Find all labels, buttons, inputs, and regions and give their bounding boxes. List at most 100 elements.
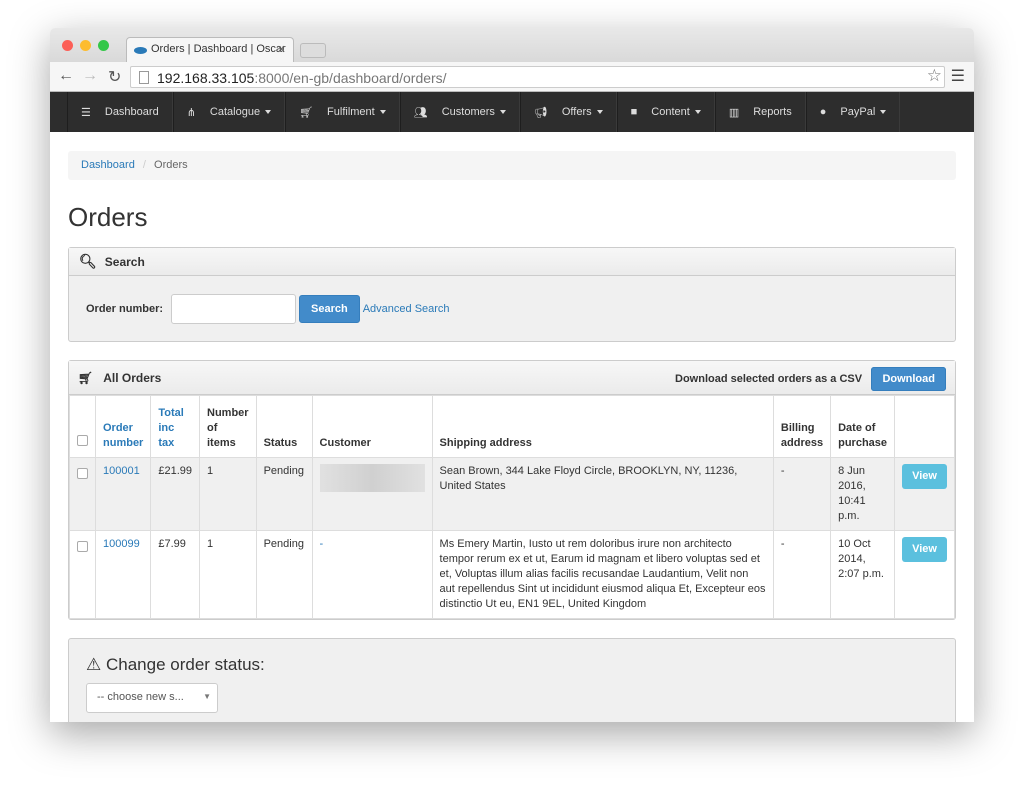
table-row: 100099 £7.99 1 Pending - Ms Emery Martin… <box>69 530 955 619</box>
billing-address: - <box>772 530 832 619</box>
nav-label: PayPal <box>840 106 876 118</box>
url-path: :8000/en-gb/dashboard/orders/ <box>254 70 447 86</box>
purchase-date: 8 Jun 2016, 10:41 p.m. <box>830 457 896 531</box>
nav-item-paypal[interactable]: ● PayPal <box>805 92 901 132</box>
new-tab-button[interactable] <box>300 43 326 58</box>
nav-item-content[interactable]: ■ Content <box>616 92 715 132</box>
billing-address: - <box>772 457 832 531</box>
forward-icon[interactable]: → <box>82 67 98 85</box>
advanced-search-link[interactable]: Advanced Search <box>363 303 450 315</box>
nav-label: Offers <box>561 106 592 118</box>
sitemap-icon: ⋔ <box>186 106 196 119</box>
menu-icon[interactable]: ☰ <box>951 66 965 86</box>
page-title: Orders <box>68 202 148 232</box>
nav-item-offers[interactable]: 📢︎ Offers <box>519 92 617 132</box>
nav-item-fulfilment[interactable]: 🛒︎ Fulfilment <box>285 92 400 132</box>
purchase-date: 10 Oct 2014, 2:07 p.m. <box>830 530 896 619</box>
view-order-button[interactable]: View <box>902 464 947 489</box>
column-header: Billing address <box>772 395 832 458</box>
list-icon: ☰ <box>81 106 91 119</box>
nav-item-catalogue[interactable]: ⋔ Catalogue <box>172 92 286 132</box>
caret-down-icon <box>694 110 701 114</box>
caret-down-icon <box>265 110 272 114</box>
bullhorn-icon: 📢︎ <box>533 106 548 119</box>
status-select[interactable]: -- choose new s... ▼ <box>86 683 218 713</box>
nav-label: Catalogue <box>209 106 261 118</box>
caret-down-icon <box>379 110 386 114</box>
order-number-input[interactable] <box>171 293 297 324</box>
search-panel-header: 🔍︎ Search <box>69 248 955 276</box>
nav-item-dashboard[interactable]: ☰ Dashboard <box>67 92 173 132</box>
caret-down-icon <box>499 110 506 114</box>
breadcrumb-current: Orders <box>154 159 188 171</box>
column-header[interactable]: Order number <box>94 395 152 458</box>
change-status-panel: ⚠ Change order status: -- choose new s..… <box>68 638 956 722</box>
tab-title: Orders | Dashboard | Oscar <box>151 43 286 55</box>
caret-down-icon <box>880 110 887 114</box>
breadcrumb-dashboard[interactable]: Dashboard <box>81 159 135 171</box>
url-input[interactable]: 192.168.33.105:8000/en-gb/dashboard/orde… <box>130 66 945 88</box>
order-number-label: Order number: <box>86 302 164 315</box>
folder-icon: ■ <box>630 106 638 118</box>
close-window-button[interactable] <box>62 40 73 51</box>
search-button[interactable]: Search <box>299 294 360 323</box>
browser-window: Orders | Dashboard | Oscar ✕ ← → ↻ 192.16… <box>50 28 974 722</box>
breadcrumb-separator: / <box>142 159 146 171</box>
redacted-customer <box>319 464 425 492</box>
column-header: Number of items <box>199 395 257 458</box>
customer-link[interactable]: - <box>320 538 324 550</box>
shipping-address: Sean Brown, 344 Lake Floyd Circle, BROOK… <box>431 457 774 531</box>
chevron-down-icon: ▼ <box>203 692 211 701</box>
nav-label: Reports <box>753 106 792 118</box>
users-icon: 👥︎ <box>413 106 428 119</box>
warning-icon: ⚠ <box>86 655 102 674</box>
page-icon <box>139 71 149 84</box>
order-total: £21.99 <box>150 457 200 531</box>
column-header: Status <box>255 395 313 458</box>
cart-icon: 🛒︎ <box>299 106 314 119</box>
order-number-link[interactable]: 100099 <box>103 538 140 550</box>
table-row: 100001 £21.99 1 Pending Sean Brown, 344 … <box>69 457 955 531</box>
change-status-title: Change order status: <box>105 655 265 674</box>
view-order-button[interactable]: View <box>902 537 947 562</box>
order-total: £7.99 <box>150 530 200 619</box>
column-header[interactable]: Total inc tax <box>150 395 200 458</box>
back-icon[interactable]: ← <box>58 67 74 85</box>
search-panel: 🔍︎ Search Order number: Search Advanced S… <box>68 247 956 342</box>
nav-label: Fulfilment <box>327 106 375 118</box>
reload-icon[interactable]: ↻ <box>108 67 121 87</box>
order-customer <box>311 457 433 531</box>
order-number-link[interactable]: 100001 <box>103 465 140 477</box>
browser-tab[interactable]: Orders | Dashboard | Oscar ✕ <box>126 37 294 62</box>
nav-item-reports[interactable]: ▥ Reports <box>714 92 806 132</box>
caret-down-icon <box>596 110 603 114</box>
close-tab-icon[interactable]: ✕ <box>277 43 286 56</box>
actions-header <box>894 395 955 458</box>
column-header: Customer <box>311 395 433 458</box>
nav-label: Dashboard <box>104 106 159 118</box>
search-title: Search <box>104 254 145 269</box>
address-bar-row: ← → ↻ 192.168.33.105:8000/en-gb/dashboar… <box>50 62 974 92</box>
nav-item-customers[interactable]: 👥︎ Customers <box>399 92 520 132</box>
orders-title: All Orders <box>103 370 162 385</box>
minimize-window-button[interactable] <box>80 40 91 51</box>
nav-label: Customers <box>441 106 495 118</box>
row-checkbox[interactable] <box>77 468 88 479</box>
column-header: Shipping address <box>431 395 774 458</box>
row-checkbox[interactable] <box>77 541 88 552</box>
select-all-cell <box>69 395 96 458</box>
orders-panel-header: 🛒︎ All Orders Download selected orders as… <box>69 361 955 395</box>
bookmark-star-icon[interactable]: ☆ <box>927 66 942 86</box>
cart-icon: 🛒︎ <box>78 370 94 385</box>
download-button[interactable]: Download <box>871 366 946 391</box>
search-icon: 🔍︎ <box>79 253 97 269</box>
download-label: Download selected orders as a CSV <box>675 372 863 385</box>
orders-panel: 🛒︎ All Orders Download selected orders as… <box>68 360 956 620</box>
favicon-icon <box>134 47 147 54</box>
orders-table: Order number Total inc tax Number of items… <box>69 395 955 619</box>
maximize-window-button[interactable] <box>98 40 109 51</box>
select-all-checkbox[interactable] <box>77 435 88 446</box>
shipping-address: Ms Emery Martin, Iusto ut rem doloribus … <box>431 530 774 619</box>
order-items: 1 <box>199 530 257 619</box>
order-status: Pending <box>255 530 313 619</box>
